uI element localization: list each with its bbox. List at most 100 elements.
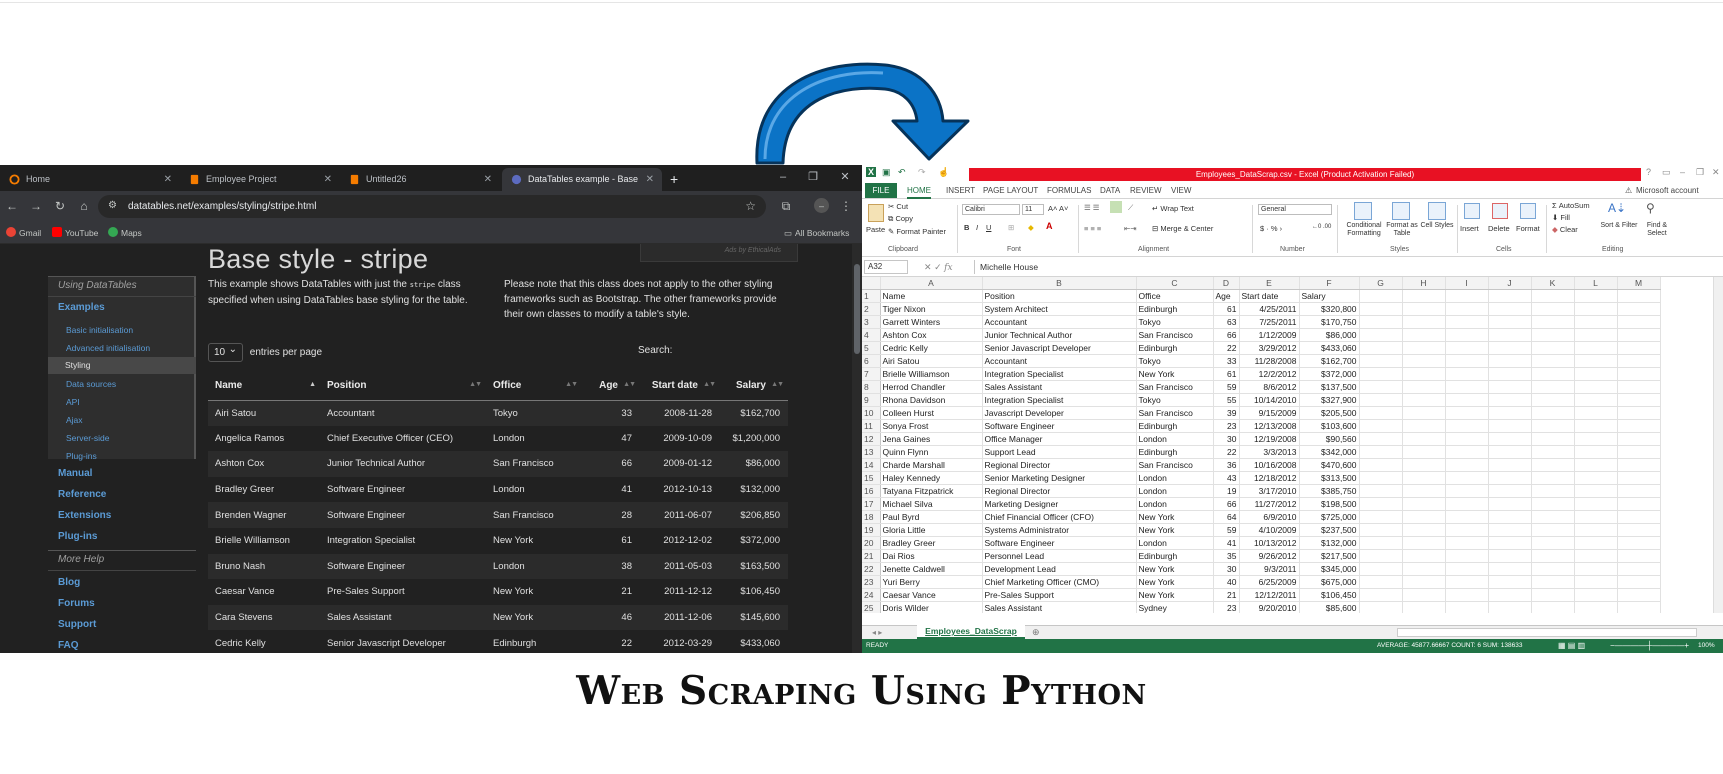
sheet-cell[interactable]: Chief Financial Officer (CFO) [982,510,1137,524]
sheet-cell[interactable]: Age [1213,289,1240,303]
sheet-cell[interactable] [1488,393,1532,407]
sheet-cell[interactable]: 11/28/2008 [1239,354,1300,368]
sheet-cell[interactable]: 66 [1213,497,1240,511]
sheet-cell[interactable] [1531,458,1575,472]
tab-review[interactable]: REVIEW [1130,182,1162,199]
sheet-cell[interactable] [1617,497,1661,511]
sheet-cell[interactable] [1402,601,1446,613]
format-painter-button[interactable]: ✎ Format Painter [888,227,946,236]
sheet-cell[interactable] [1574,445,1618,459]
sheet-cell[interactable] [1402,471,1446,485]
sheet-cell[interactable]: Start date [1239,289,1300,303]
page-scrollbar[interactable] [852,244,862,653]
sidebar-sub-styling[interactable]: Styling [48,357,196,374]
sheet-cell[interactable]: Position [982,289,1137,303]
sheet-cell[interactable]: 23 [1213,601,1240,613]
sheet-cell[interactable] [1617,302,1661,316]
sheet-cell[interactable] [1531,510,1575,524]
sheet-cell[interactable]: 9/3/2011 [1239,562,1300,576]
maximize-icon[interactable]: ❐ [800,165,826,191]
undo-icon[interactable]: ↶ [898,167,906,178]
sidebar-sub-data-sources[interactable]: Data sources [66,379,116,389]
sheet-cell[interactable]: 64 [1213,510,1240,524]
sheet-cell[interactable]: $170,750 [1299,315,1360,329]
sheet-cell[interactable]: Chief Marketing Officer (CMO) [982,575,1137,589]
sheet-cell[interactable] [1617,445,1661,459]
save-icon[interactable]: ▣ [882,167,891,178]
sheet-cell[interactable] [1445,315,1489,329]
column-header[interactable]: F [1299,277,1360,290]
clear-button[interactable]: ◆ Clear [1552,225,1578,234]
sheet-cell[interactable] [1402,289,1446,303]
sheet-cell[interactable] [1402,328,1446,342]
sheet-cell[interactable] [1617,601,1661,613]
sheet-cell[interactable] [1617,510,1661,524]
borders-icon[interactable]: ⊞ [1008,223,1014,232]
col-header-salary[interactable]: Salary ▲▼ [720,372,788,401]
column-header[interactable]: J [1488,277,1532,290]
bold-icon[interactable]: B [964,223,969,232]
sheet-cell[interactable] [1531,341,1575,355]
sheet-cell[interactable] [1488,484,1532,498]
sheet-cell[interactable] [1617,562,1661,576]
sheet-cell[interactable] [1359,497,1403,511]
sheet-cell[interactable] [1617,419,1661,433]
col-header-age[interactable]: Age ▲▼ [582,372,640,401]
sheet-cell[interactable] [1359,523,1403,537]
sheet-cell[interactable]: Edinburgh [1136,549,1214,563]
col-header-position[interactable]: Position ▲▼ [320,372,486,401]
sheet-cell[interactable] [1445,341,1489,355]
sheet-cell[interactable] [1359,432,1403,446]
row-number[interactable]: 5 [862,341,881,355]
sheet-cell[interactable] [1488,562,1532,576]
sheet-cell[interactable]: Rhona Davidson [880,393,983,407]
sheet-cell[interactable]: Support Lead [982,445,1137,459]
sheet-cell[interactable]: 11/27/2012 [1239,497,1300,511]
sheet-cell[interactable] [1617,549,1661,563]
sheet-cell[interactable] [1359,315,1403,329]
column-header[interactable]: L [1574,277,1618,290]
sheet-cell[interactable] [1531,315,1575,329]
sort-filter-button[interactable]: Sort & Filter [1600,222,1638,230]
sheet-cell[interactable]: San Francisco [1136,380,1214,394]
sheet-cell[interactable] [1531,289,1575,303]
new-tab-icon[interactable]: + [670,168,678,191]
sheet-cell[interactable] [1574,588,1618,602]
row-number[interactable]: 7 [862,367,881,381]
cancel-icon[interactable]: ✕ [924,262,932,272]
sheet-cell[interactable]: Dai Rios [880,549,983,563]
sheet-cell[interactable]: $385,750 [1299,484,1360,498]
column-header[interactable]: D [1213,277,1240,290]
sheet-cell[interactable]: Sales Assistant [982,601,1137,613]
sheet-cell[interactable] [1488,497,1532,511]
sheet-cell[interactable]: London [1136,497,1214,511]
sidebar-sub-server-side[interactable]: Server-side [66,433,109,443]
sheet-cell[interactable]: $86,000 [1299,328,1360,342]
row-number[interactable]: 1 [862,289,881,303]
sheet-cell[interactable]: Software Engineer [982,419,1137,433]
column-header[interactable]: K [1531,277,1575,290]
sheet-cell[interactable]: 61 [1213,367,1240,381]
sheet-cell[interactable] [1445,328,1489,342]
sheet-cell[interactable] [1574,393,1618,407]
sheet-cell[interactable]: 4/25/2011 [1239,302,1300,316]
row-number[interactable]: 21 [862,549,881,563]
sheet-cell[interactable] [1617,393,1661,407]
sheet-cell[interactable]: 19 [1213,484,1240,498]
sidebar-item-examples[interactable]: Examples [58,302,105,313]
sheet-cell[interactable] [1402,302,1446,316]
sheet-cell[interactable]: 12/18/2012 [1239,471,1300,485]
row-number[interactable]: 22 [862,562,881,576]
sidebar-item-faq[interactable]: FAQ [58,640,79,651]
sheet-cell[interactable]: Herrod Chandler [880,380,983,394]
close-window-icon[interactable]: ✕ [1712,167,1720,178]
sheet-cell[interactable]: 21 [1213,588,1240,602]
table-row[interactable]: Bruno Nash Software Engineer London 38 2011-… [208,553,788,580]
tab-employee-project[interactable]: Employee Project ✕ [180,168,340,191]
sheet-cell[interactable] [1574,302,1618,316]
sheet-tab[interactable]: Employees_DataScrap [917,625,1025,639]
sheet-cell[interactable] [1617,458,1661,472]
sheet-cell[interactable] [1574,289,1618,303]
sheet-cell[interactable]: 59 [1213,380,1240,394]
sheet-cell[interactable] [1488,549,1532,563]
